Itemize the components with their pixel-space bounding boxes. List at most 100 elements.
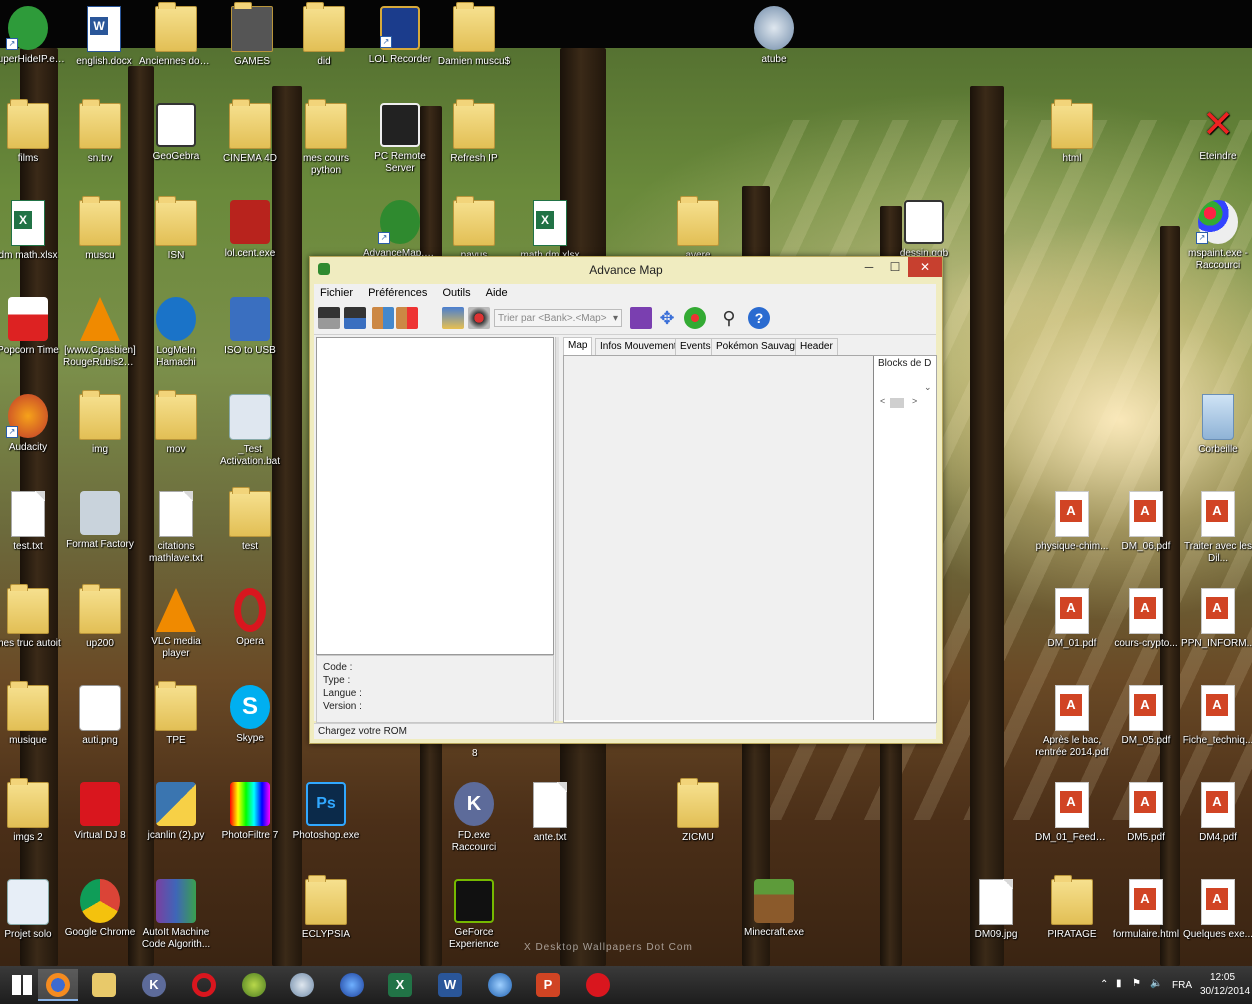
- taskbar-virtual-dj[interactable]: [578, 969, 618, 1001]
- desktop-icon-dm01[interactable]: DM_01.pdf: [1034, 582, 1110, 672]
- desktop-icon-photoshop[interactable]: Ps Photoshop.exe: [288, 776, 364, 866]
- desktop-icon-muscu[interactable]: muscu: [62, 194, 138, 284]
- desktop-icon-lolcent[interactable]: lol.cent.exe: [212, 194, 288, 284]
- save-map-icon[interactable]: [372, 307, 394, 329]
- chevron-up-icon[interactable]: ⌃: [1100, 979, 1108, 990]
- desktop-icon-hamachi[interactable]: LogMeIn Hamachi: [138, 291, 214, 381]
- map-canvas[interactable]: [564, 356, 874, 720]
- load-map-icon[interactable]: [396, 307, 418, 329]
- desktop-icon-geforce[interactable]: GeForce Experience: [436, 873, 512, 963]
- trainer-sprite-icon[interactable]: [468, 307, 490, 329]
- taskbar-file-explorer[interactable]: [84, 969, 124, 1001]
- desktop-icon-dm01-feedba[interactable]: DM_01_Feedba...: [1034, 776, 1110, 866]
- flower-tileset-icon[interactable]: [684, 307, 706, 329]
- desktop-icon-superhideip[interactable]: ↗SuperHideIP.exe - Raccourci: [0, 0, 66, 90]
- volume-icon[interactable]: 🔈: [1150, 978, 1162, 989]
- desktop-icon-photofiltre[interactable]: PhotoFiltre 7: [212, 776, 288, 866]
- tab-events[interactable]: Events: [675, 338, 716, 355]
- desktop-icon-sntrv[interactable]: sn.trv: [62, 97, 138, 187]
- desktop-icon-quelques[interactable]: Quelques exe...: [1180, 873, 1252, 963]
- desktop-icon-dm09-jpg[interactable]: DM09.jpg: [958, 873, 1034, 963]
- desktop-icon-popcorn[interactable]: Popcorn Time: [0, 291, 66, 381]
- help-icon[interactable]: ?: [748, 307, 770, 329]
- desktop-icon-apres-bac[interactable]: Après le bac, rentrée 2014.pdf: [1034, 679, 1110, 769]
- desktop-icon-dm4[interactable]: DM4.pdf: [1180, 776, 1252, 866]
- desktop-icon-eteindre[interactable]: ✕ Eteindre: [1180, 97, 1252, 187]
- desktop-icon-mes-cours-python[interactable]: mes cours python: [288, 97, 364, 187]
- desktop-icon-mov[interactable]: mov: [138, 388, 214, 478]
- language-indicator[interactable]: FRA: [1172, 980, 1192, 991]
- desktop-icon-english-docx[interactable]: english.docx: [66, 0, 142, 90]
- desktop-icon-dm05[interactable]: DM_05.pdf: [1108, 679, 1184, 769]
- menu-preferences[interactable]: Préférences: [362, 284, 433, 302]
- desktop-icon-musique[interactable]: musique: [0, 679, 66, 769]
- desktop-icon-cpasbien[interactable]: [www.Cpasbien] RougeRubis20...: [62, 291, 138, 381]
- desktop-icon-fd[interactable]: K FD.exe Raccourci: [436, 776, 512, 866]
- horizontal-scroll-thumb[interactable]: [890, 398, 904, 408]
- desktop-icon-audacity[interactable]: ↗ Audacity: [0, 388, 66, 478]
- worldmap-icon[interactable]: [442, 307, 464, 329]
- desktop-icon-opera[interactable]: Opera: [212, 582, 288, 672]
- desktop-icon-html[interactable]: html: [1034, 97, 1110, 187]
- map-tree-view[interactable]: [316, 337, 554, 655]
- sort-maps-combobox[interactable]: Trier par <Bank>.<Map> ▾: [494, 309, 622, 327]
- menu-outils[interactable]: Outils: [436, 284, 476, 302]
- minimize-button[interactable]: ─: [856, 257, 882, 277]
- desktop-icon-lol-recorder[interactable]: ↗ LOL Recorder: [362, 0, 438, 90]
- desktop-icon-skype[interactable]: S Skype: [212, 679, 288, 769]
- desktop-icon-format-factory[interactable]: Format Factory: [62, 485, 138, 575]
- menu-fichier[interactable]: Fichier: [314, 284, 359, 302]
- taskbar-excel[interactable]: X: [380, 969, 420, 1001]
- desktop-icon-img[interactable]: img: [62, 388, 138, 478]
- puzzle-block-editor-icon[interactable]: [630, 307, 652, 329]
- desktop-icon-dm-math-xlsx[interactable]: dm math.xlsx: [0, 194, 66, 284]
- desktop-icon-ante-txt[interactable]: ante.txt: [512, 776, 588, 866]
- desktop-icon-corbeille[interactable]: Corbeille: [1180, 388, 1252, 478]
- move-arrows-icon[interactable]: ✥: [656, 307, 678, 329]
- save-rom-icon[interactable]: [344, 307, 366, 329]
- desktop-icon-anciennes[interactable]: Anciennes données: [138, 0, 214, 90]
- desktop-icon-auti-png[interactable]: auti.png: [62, 679, 138, 769]
- desktop-icon-imgs2[interactable]: imgs 2: [0, 776, 66, 866]
- desktop-icon-mspaint[interactable]: ↗ mspaint.exe - Raccourci: [1180, 194, 1252, 284]
- flag-icon[interactable]: ⚑: [1132, 978, 1141, 989]
- desktop-icon-traiter[interactable]: Traiter avec les Dil...: [1180, 485, 1252, 575]
- desktop-icon-mes-truc-autoit[interactable]: mes truc autoit: [0, 582, 66, 672]
- start-button[interactable]: [2, 969, 42, 1001]
- menu-aide[interactable]: Aide: [480, 284, 514, 302]
- desktop-icon-games[interactable]: GAMES: [214, 0, 290, 90]
- taskbar-opera[interactable]: [184, 969, 224, 1001]
- blocks-scroll-area[interactable]: ⌄ < >: [876, 372, 934, 412]
- desktop-icon-films[interactable]: films: [0, 97, 66, 187]
- desktop-icon-refresh-ip[interactable]: Refresh IP: [436, 97, 512, 187]
- chevron-right-icon[interactable]: >: [912, 396, 917, 406]
- desktop-icon-cours-crypto[interactable]: cours-crypto...: [1108, 582, 1184, 672]
- desktop-icon-up200[interactable]: up200: [62, 582, 138, 672]
- desktop-icon-tpe[interactable]: TPE: [138, 679, 214, 769]
- taskbar-globe-app[interactable]: [332, 969, 372, 1001]
- desktop-icon-eclypsia[interactable]: ECLYPSIA: [288, 873, 364, 963]
- panel-splitter[interactable]: [555, 337, 559, 721]
- taskbar-powerpoint[interactable]: P: [528, 969, 568, 1001]
- clock-date[interactable]: 30/12/2014: [1200, 986, 1250, 997]
- taskbar-atube[interactable]: [282, 969, 322, 1001]
- desktop-icon-dm5[interactable]: DM5.pdf: [1108, 776, 1184, 866]
- desktop-icon-jcanlin[interactable]: jcanlin (2).py: [138, 776, 214, 866]
- desktop-icon-minecraft[interactable]: Minecraft.exe: [736, 873, 812, 963]
- chevron-down-icon[interactable]: ⌄: [924, 382, 932, 393]
- desktop-icon-chrome[interactable]: Google Chrome: [62, 873, 138, 963]
- desktop-icon-formulaire[interactable]: formulaire.html: [1108, 873, 1184, 963]
- desktop-icon-physique-chim[interactable]: physique-chim...: [1034, 485, 1110, 575]
- taskbar-green-app[interactable]: [234, 969, 274, 1001]
- open-rom-icon[interactable]: [318, 307, 340, 329]
- tab-header[interactable]: Header: [795, 338, 838, 355]
- desktop-icon-piratage[interactable]: PIRATAGE: [1034, 873, 1110, 963]
- tab-infos-mouvements[interactable]: Infos Mouvements: [595, 338, 687, 355]
- tab-map[interactable]: Map: [563, 337, 593, 356]
- taskbar-k-app[interactable]: K: [134, 969, 174, 1001]
- taskbar-word[interactable]: W: [430, 969, 470, 1001]
- desktop-icon-test-activation[interactable]: _Test Activation.bat: [212, 388, 288, 478]
- desktop-icon-projet-solo[interactable]: Projet solo: [0, 873, 66, 963]
- desktop-icon-vlc[interactable]: VLC media player: [138, 582, 214, 672]
- desktop-icon-citations[interactable]: citations mathlave.txt: [138, 485, 214, 575]
